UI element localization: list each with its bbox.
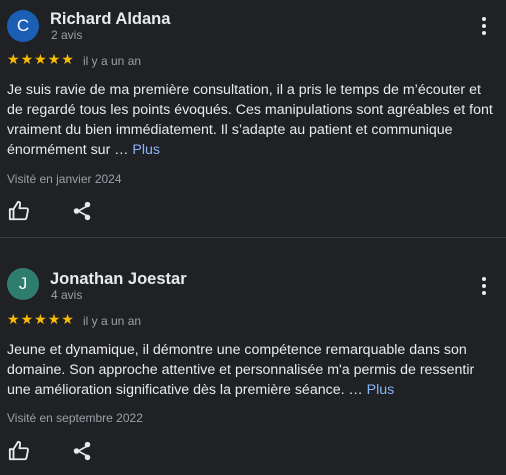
thumbs-up-icon[interactable] (8, 200, 30, 222)
more-vert-icon[interactable] (476, 275, 492, 297)
star-icon: ★ (47, 52, 61, 68)
star-icon: ★ (47, 312, 61, 328)
thumbs-up-icon[interactable] (8, 440, 30, 462)
review-text: Jeune et dynamique, il démontre une comp… (7, 340, 496, 400)
review-date: il y a un an (83, 314, 142, 328)
star-icon: ★ (61, 312, 74, 328)
share-icon[interactable] (71, 200, 93, 222)
more-link[interactable]: Plus (132, 142, 160, 158)
star-rating: ★ ★ ★ ★ ★ (7, 313, 74, 327)
star-icon: ★ (20, 52, 34, 68)
more-vert-icon[interactable] (476, 15, 492, 37)
star-icon: ★ (20, 312, 34, 328)
review-card: C Richard Aldana 2 avis ★ ★ ★ ★ ★ il y a… (0, 0, 506, 237)
review-count: 2 avis (51, 28, 83, 42)
reviewer-name[interactable]: Richard Aldana (50, 10, 170, 29)
review-body: Jeune et dynamique, il démontre une comp… (7, 342, 475, 398)
star-icon: ★ (7, 312, 20, 328)
review-date: il y a un an (83, 54, 142, 68)
avatar[interactable]: C (7, 10, 39, 42)
review-count: 4 avis (51, 288, 83, 302)
more-link[interactable]: Plus (367, 382, 395, 398)
avatar[interactable]: J (7, 268, 39, 300)
star-rating: ★ ★ ★ ★ ★ (7, 53, 74, 67)
visit-date: Visité en janvier 2024 (7, 172, 122, 186)
star-icon: ★ (61, 52, 74, 68)
review-text: Je suis ravie de ma première consultatio… (7, 80, 496, 160)
reviewer-name[interactable]: Jonathan Joestar (50, 270, 187, 289)
star-icon: ★ (7, 52, 20, 68)
share-icon[interactable] (71, 440, 93, 462)
star-icon: ★ (34, 52, 47, 68)
visit-date: Visité en septembre 2022 (7, 411, 143, 425)
review-body: Je suis ravie de ma première consultatio… (7, 82, 493, 158)
star-icon: ★ (34, 312, 47, 328)
review-card: J Jonathan Joestar 4 avis ★ ★ ★ ★ ★ il y… (0, 237, 506, 474)
